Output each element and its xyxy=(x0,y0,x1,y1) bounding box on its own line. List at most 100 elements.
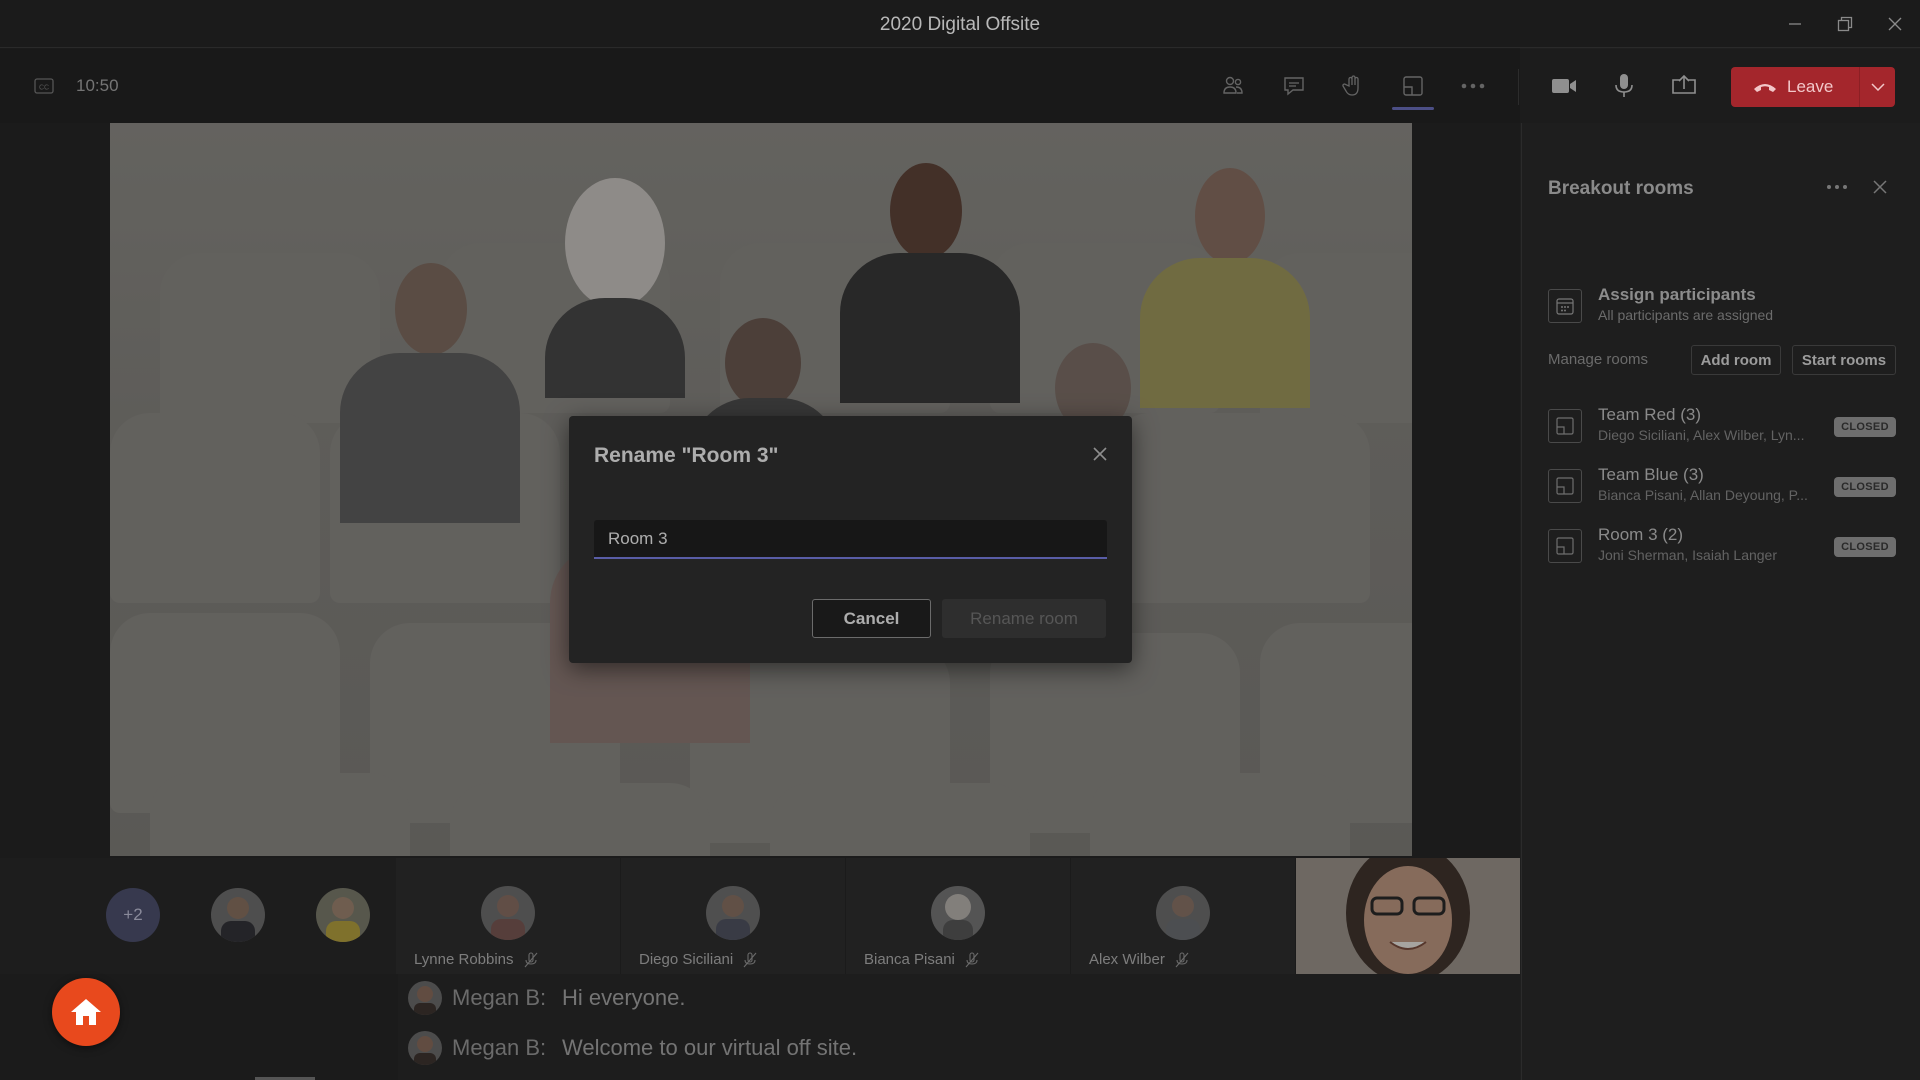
breakout-rooms-button[interactable] xyxy=(1392,66,1434,110)
restore-button[interactable] xyxy=(1820,0,1870,48)
participant-video-1 xyxy=(340,263,520,523)
close-window-button[interactable] xyxy=(1870,0,1920,48)
leave-main[interactable]: Leave xyxy=(1731,67,1859,107)
overflow-count-button[interactable]: +2 xyxy=(106,888,160,942)
raise-hand-button[interactable] xyxy=(1332,66,1374,106)
caption-text: Welcome to our virtual off site. xyxy=(562,1035,858,1060)
participant-video-2 xyxy=(520,178,710,398)
self-video-image xyxy=(1296,858,1520,974)
room-name: Team Red (3) xyxy=(1598,405,1701,424)
room-participants: Bianca Pisani, Allan Deyoung, P... xyxy=(1598,487,1808,503)
caption-line: Megan B: Welcome to our virtual off site… xyxy=(408,1028,857,1068)
dialog-close-button[interactable] xyxy=(1088,442,1112,466)
breakout-rooms-panel: Breakout rooms Assign participants All p… xyxy=(1521,123,1920,1080)
chevron-down-icon xyxy=(1870,83,1885,91)
window-controls xyxy=(1770,0,1920,48)
overflow-participants: +2 xyxy=(0,858,396,974)
panel-more-button[interactable] xyxy=(1822,175,1852,199)
minimize-button[interactable] xyxy=(1770,0,1820,48)
meeting-stage: Rename "Room 3" Cancel Rename room xyxy=(0,123,1520,858)
live-captions: Megan B: Hi everyone. Megan B: Welcome t… xyxy=(398,974,1520,1080)
room-status-badge: CLOSED xyxy=(1834,537,1896,557)
self-video-preview[interactable] xyxy=(1296,858,1520,974)
camera-button[interactable] xyxy=(1543,66,1585,106)
room-participants: Joni Sherman, Isaiah Langer xyxy=(1598,547,1777,563)
participant-tile[interactable]: Lynne Robbins xyxy=(396,858,621,974)
room-item[interactable]: Team Red (3) Diego Siciliani, Alex Wilbe… xyxy=(1548,403,1898,451)
chat-icon xyxy=(1284,77,1304,96)
participant-name-row: Bianca Pisani xyxy=(846,951,1070,968)
meeting-timer: 10:50 xyxy=(76,76,119,95)
participant-tile[interactable]: Bianca Pisani xyxy=(846,858,1071,974)
mic-muted-icon xyxy=(524,951,537,967)
caption-line: Megan B: Hi everyone. xyxy=(408,978,686,1018)
room-name: Team Blue (3) xyxy=(1598,465,1704,484)
start-rooms-button[interactable]: Start rooms xyxy=(1792,345,1896,375)
room-name-input[interactable] xyxy=(594,520,1107,559)
video-camera-icon xyxy=(1552,79,1576,93)
manage-rooms-label: Manage rooms xyxy=(1548,351,1649,368)
dialog-title: Rename "Room 3" xyxy=(594,444,779,467)
close-icon xyxy=(1093,447,1107,461)
share-screen-button[interactable] xyxy=(1663,66,1705,106)
breakout-rooms-icon xyxy=(1403,76,1423,96)
avatar[interactable] xyxy=(211,888,265,942)
add-room-button[interactable]: Add room xyxy=(1691,345,1781,375)
toolbar-divider xyxy=(1518,69,1519,105)
panel-close-button[interactable] xyxy=(1868,175,1892,199)
restore-icon xyxy=(1837,16,1853,32)
panel-title: Breakout rooms xyxy=(1548,178,1694,199)
more-icon xyxy=(1827,185,1847,189)
caption-text: Hi everyone. xyxy=(562,985,686,1010)
leave-label: Leave xyxy=(1787,77,1834,96)
assign-participants-row[interactable]: Assign participants All participants are… xyxy=(1548,283,1898,331)
hang-up-icon xyxy=(1754,84,1776,92)
participant-name: Bianca Pisani xyxy=(864,951,955,968)
mic-muted-icon xyxy=(965,951,979,967)
room-icon xyxy=(1548,469,1582,503)
home-icon xyxy=(71,999,101,1025)
hand-icon xyxy=(1342,75,1359,96)
assign-participants-icon xyxy=(1548,289,1582,323)
avatar xyxy=(408,1031,442,1065)
meeting-toolbar: CC 10:50 Leave xyxy=(0,49,1920,123)
more-icon xyxy=(1461,83,1485,89)
assign-title: Assign participants xyxy=(1598,285,1756,304)
participant-video-3 xyxy=(840,163,1020,403)
participant-name: Lynne Robbins xyxy=(414,951,514,968)
home-button[interactable] xyxy=(52,978,120,1046)
cancel-button[interactable]: Cancel xyxy=(812,599,931,638)
avatar xyxy=(706,886,760,940)
svg-text:CC: CC xyxy=(39,85,49,92)
rename-room-button[interactable]: Rename room xyxy=(942,599,1106,638)
avatar xyxy=(408,981,442,1015)
room-item[interactable]: Room 3 (2) Joni Sherman, Isaiah Langer C… xyxy=(1548,523,1898,571)
room-status-badge: CLOSED xyxy=(1834,417,1896,437)
leave-options-button[interactable] xyxy=(1860,83,1895,91)
leave-button[interactable]: Leave xyxy=(1731,67,1895,107)
more-actions-button[interactable] xyxy=(1452,66,1494,106)
rename-room-dialog: Rename "Room 3" Cancel Rename room xyxy=(569,416,1132,663)
participant-tile[interactable]: Diego Siciliani xyxy=(621,858,846,974)
people-icon xyxy=(1223,76,1243,94)
microphone-button[interactable] xyxy=(1603,66,1645,106)
participants-button[interactable] xyxy=(1212,66,1254,106)
assign-subtitle: All participants are assigned xyxy=(1598,307,1774,323)
avatar[interactable] xyxy=(316,888,370,942)
closed-captions-icon[interactable]: CC xyxy=(34,78,54,99)
room-item[interactable]: Team Blue (3) Bianca Pisani, Allan Deyou… xyxy=(1548,463,1898,511)
mic-muted-icon xyxy=(1175,951,1189,967)
window-title: 2020 Digital Offsite xyxy=(879,14,1041,35)
share-screen-icon xyxy=(1672,74,1696,94)
minimize-icon xyxy=(1789,23,1801,25)
participant-strip: +2 Lynne Robbins Diego Siciliani Bianca xyxy=(0,858,1520,974)
room-icon xyxy=(1548,529,1582,563)
participant-name: Diego Siciliani xyxy=(639,951,734,968)
participant-tile[interactable]: Alex Wilber xyxy=(1071,858,1296,974)
participant-name-row: Diego Siciliani xyxy=(621,951,845,968)
room-participants: Diego Siciliani, Alex Wilber, Lyn... xyxy=(1598,427,1805,443)
chat-button[interactable] xyxy=(1273,66,1315,106)
caption-speaker: Megan B: xyxy=(452,985,547,1010)
avatar xyxy=(481,886,535,940)
mic-muted-icon xyxy=(743,951,757,967)
